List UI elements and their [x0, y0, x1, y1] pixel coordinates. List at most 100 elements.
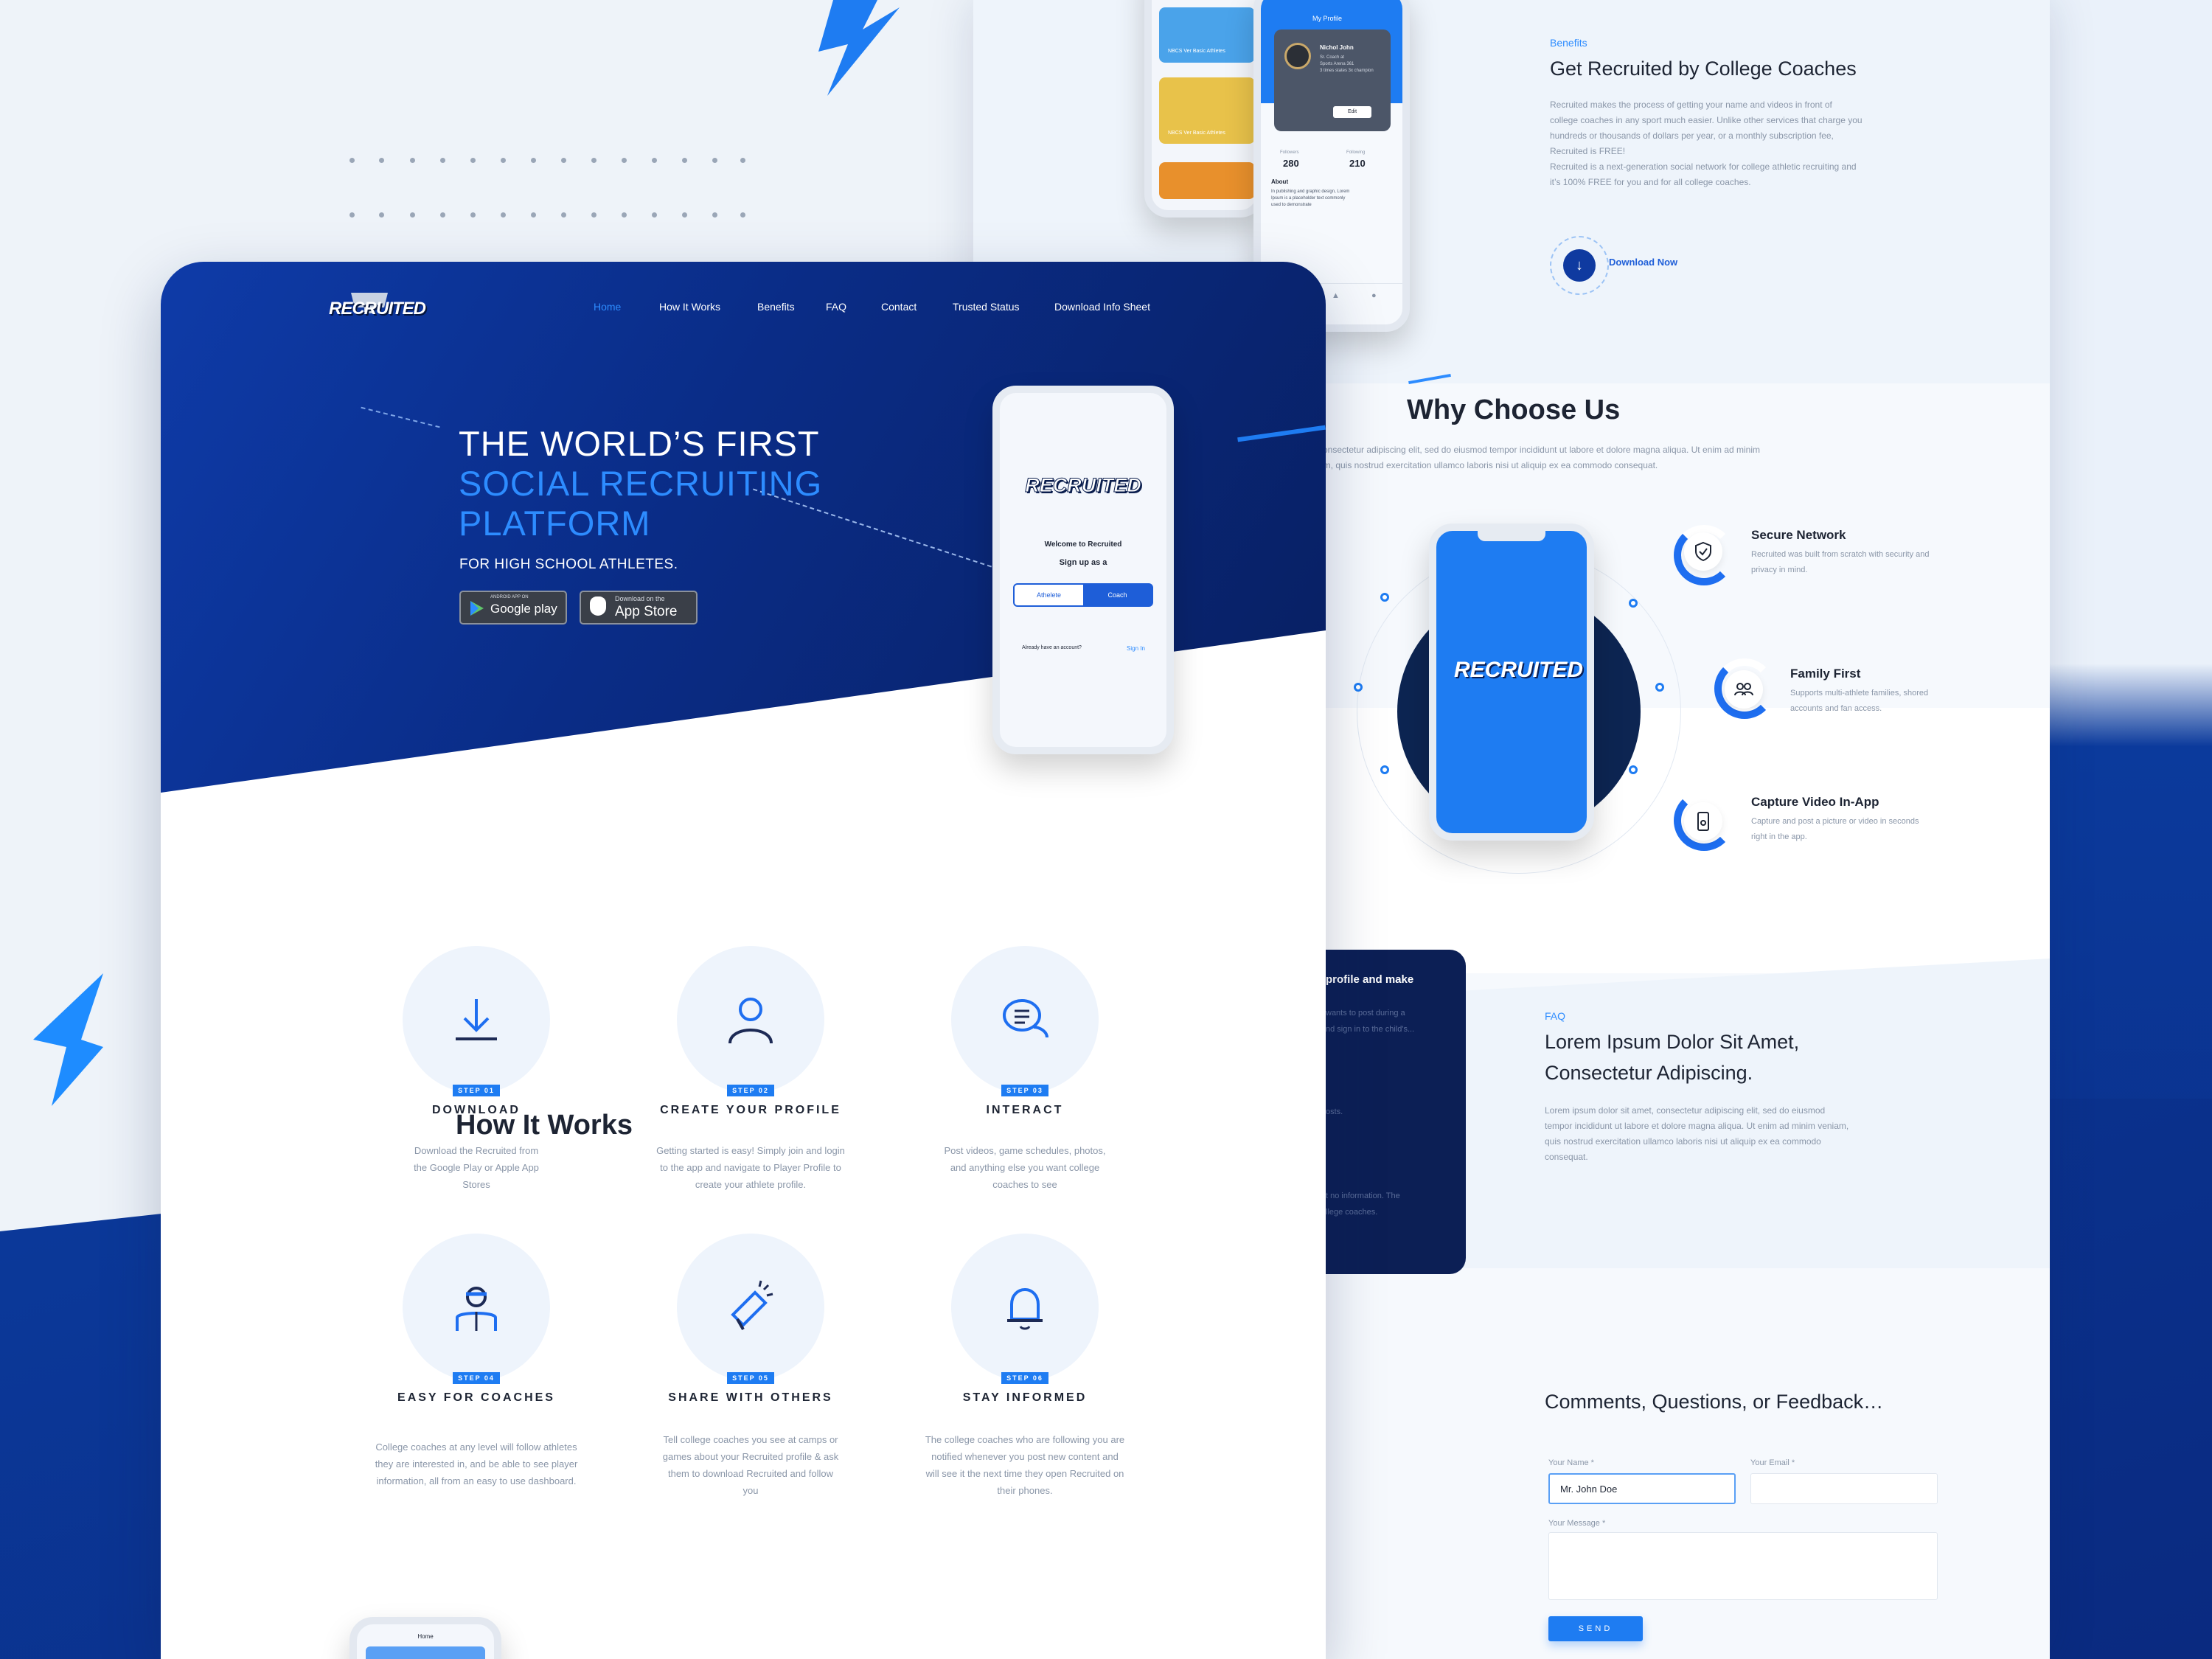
step-badge: STEP 04: [453, 1372, 500, 1384]
step-title: DOWNLOAD: [432, 1104, 521, 1116]
chat-icon: [1003, 999, 1048, 1038]
dark-card-line: llege coaches.: [1326, 1208, 1378, 1217]
user-icon: [728, 998, 773, 1044]
card-label: NBCS Ver Basic Athletes: [1168, 131, 1225, 136]
avatar: [1284, 43, 1311, 69]
name-field[interactable]: [1548, 1473, 1736, 1504]
profile-meta: Sr. Coach at Sports Arena 361 3 times stat…: [1320, 55, 1374, 73]
nav-benefits[interactable]: Benefits: [757, 301, 795, 313]
card-label: NBCS Ver Basic Athletes: [1168, 49, 1225, 54]
athlete-option[interactable]: Athelete: [1015, 585, 1083, 605]
following-count: 210: [1349, 158, 1366, 169]
benefits-title: Get Recruited by College Coaches: [1550, 58, 1857, 80]
orbit-dot: [1655, 683, 1664, 692]
step-badge: STEP 02: [727, 1085, 774, 1096]
sport-card[interactable]: [1159, 162, 1255, 199]
bolt-decoration-icon: [33, 973, 103, 1106]
step-circle: [677, 946, 824, 1093]
download-now-button[interactable]: ↓: [1550, 236, 1609, 295]
feature-title: Family First: [1790, 667, 1861, 681]
step-title: INTERACT: [986, 1104, 1064, 1116]
sport-card[interactable]: NBCS Ver Basic Athletes: [1159, 7, 1255, 63]
dark-card-heading: profile and make: [1326, 973, 1414, 986]
bottom-phone: Home: [349, 1617, 501, 1659]
sign-in-link[interactable]: Sign In: [1127, 645, 1145, 652]
feature-title: Capture Video In-App: [1751, 795, 1879, 809]
nav-home[interactable]: Home: [594, 301, 621, 313]
step-desc: Getting started is easy! Simply join and…: [656, 1145, 845, 1190]
benefits-body: Recruited makes the process of getting y…: [1550, 100, 1863, 187]
cards-phone: NBCS Ver Basic Athletes NBCS Ver Basic A…: [1144, 0, 1264, 218]
why-title: Why Choose Us: [1407, 394, 1621, 425]
already-text: Already have an account?: [1022, 645, 1082, 650]
megaphone-icon: [731, 1280, 773, 1330]
step-title: EASY FOR COACHES: [397, 1391, 555, 1404]
following-label: Following: [1346, 150, 1366, 155]
hero-title-line: PLATFORM: [459, 504, 651, 543]
step-badge: STEP 03: [1001, 1085, 1048, 1096]
step-circle: [951, 1234, 1099, 1381]
welcome-text: Welcome to Recruited: [1044, 540, 1122, 549]
bell-icon: [1007, 1287, 1043, 1330]
email-field[interactable]: [1750, 1473, 1938, 1504]
faq-body: Lorem ipsum dolor sit amet, consectetur …: [1545, 1105, 1849, 1162]
coach-option[interactable]: Coach: [1083, 585, 1152, 605]
nav-faq[interactable]: FAQ: [826, 301, 846, 313]
step-circle: [677, 1234, 824, 1381]
user-tab-icon[interactable]: ●: [1371, 291, 1377, 300]
nav-how-it-works[interactable]: How It Works: [659, 301, 720, 313]
role-switch: Athelete Coach: [1013, 583, 1153, 607]
about-text: In publishing and graphic design, Lorem I…: [1271, 189, 1350, 207]
message-label: Your Message *: [1548, 1519, 1606, 1528]
step-circle: [951, 946, 1099, 1093]
why-body: consectetur adipiscing elit, sed do eius…: [1318, 445, 1760, 470]
why-phone: RECRUITED: [1429, 524, 1594, 841]
bottom-phone-label: Home: [417, 1633, 434, 1640]
signup-text: Sign up as a: [1059, 558, 1107, 567]
orbit-dot: [1380, 593, 1389, 602]
app-store-button[interactable]: Download on the App Store: [580, 591, 698, 625]
google-play-button[interactable]: ANDROID APP ON Google play: [459, 591, 567, 625]
google-play-icon: [470, 601, 484, 616]
sport-card[interactable]: NBCS Ver Basic Athletes: [1159, 77, 1255, 144]
step-desc: The college coaches who are following yo…: [925, 1434, 1125, 1496]
step-badge: STEP 05: [727, 1372, 774, 1384]
step-badge: STEP 01: [453, 1085, 500, 1096]
step-title: STAY INFORMED: [962, 1391, 1088, 1404]
family-icon: [1725, 670, 1763, 709]
send-button[interactable]: SEND: [1548, 1616, 1643, 1641]
orbit-dot: [1629, 599, 1638, 608]
arrow-down-icon: ↓: [1563, 249, 1596, 282]
profile-name: Nichol John: [1320, 44, 1354, 51]
shield-icon: [1684, 532, 1722, 571]
google-big-text: Google play: [490, 602, 557, 616]
orbit-dot: [1629, 765, 1638, 774]
email-label: Your Email *: [1750, 1458, 1795, 1467]
bolt-decoration-icon: [818, 0, 900, 96]
bottom-phone-card: [366, 1646, 485, 1659]
edit-button[interactable]: Edit: [1333, 106, 1371, 118]
dark-card-line: osts.: [1326, 1107, 1343, 1116]
message-field[interactable]: [1548, 1532, 1938, 1600]
orbit-dot: [1354, 683, 1363, 692]
why-phone-logo: RECRUITED: [1454, 658, 1584, 682]
orbit-dot: [1380, 765, 1389, 774]
followers-label: Followers: [1280, 150, 1299, 155]
nav-trusted-status[interactable]: Trusted Status: [953, 301, 1020, 313]
hero-title: THE WORLD’S FIRST SOCIAL RECRUITING PLAT…: [459, 424, 822, 543]
bell-tab-icon[interactable]: ▲: [1332, 291, 1340, 300]
followers-count: 280: [1283, 158, 1299, 169]
coach-icon: [456, 1287, 497, 1331]
logo-text[interactable]: RECRUITED: [329, 299, 426, 319]
name-label: Your Name *: [1548, 1458, 1594, 1467]
step-badge: STEP 06: [1001, 1372, 1048, 1384]
nav-contact[interactable]: Contact: [881, 301, 917, 313]
hero-subtitle: FOR HIGH SCHOOL ATHLETES.: [459, 557, 678, 572]
profile-title: My Profile: [1312, 15, 1343, 22]
download-now-label[interactable]: Download Now: [1609, 257, 1677, 268]
apple-big-text: App Store: [615, 604, 678, 619]
google-small-text: ANDROID APP ON: [490, 595, 529, 599]
step-desc: College coaches at any level will follow…: [375, 1441, 578, 1486]
feature-desc: Capture and post a picture or video in s…: [1751, 817, 1919, 841]
nav-download-info-sheet[interactable]: Download Info Sheet: [1054, 301, 1150, 313]
